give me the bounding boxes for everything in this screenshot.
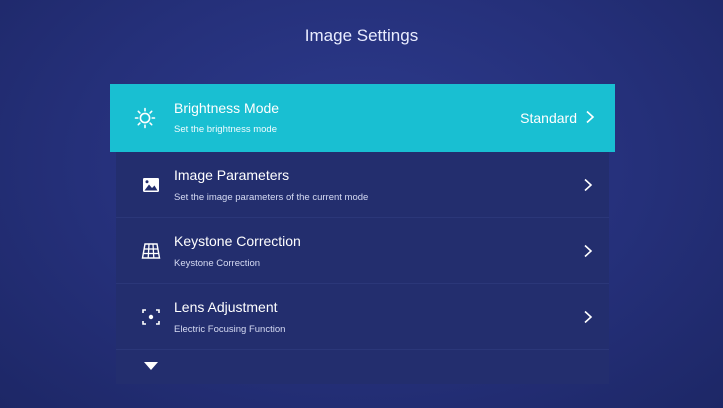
settings-menu: Brightness Mode Set the brightness mode … — [110, 84, 615, 384]
image-icon — [140, 174, 162, 196]
menu-item-brightness-mode[interactable]: Brightness Mode Set the brightness mode … — [110, 84, 615, 152]
menu-item-description: Electric Focusing Function — [174, 324, 286, 335]
focus-frame-icon — [140, 306, 162, 328]
chevron-right-icon — [583, 244, 593, 258]
menu-item-projection-mode[interactable] — [116, 350, 609, 384]
chevron-right-icon — [583, 310, 593, 324]
menu-item-title: Keystone Correction — [174, 233, 301, 249]
menu-item-description: Keystone Correction — [174, 258, 261, 269]
brightness-icon — [134, 107, 156, 129]
brightness-mode-value: Standard — [520, 110, 577, 126]
chevron-right-icon — [583, 178, 593, 192]
menu-item-lens-adjustment[interactable]: Lens Adjustment Electric Focusing Functi… — [116, 284, 609, 350]
menu-item-description: Set the brightness mode — [174, 124, 277, 135]
menu-item-image-parameters[interactable]: Image Parameters Set the image parameter… — [116, 152, 609, 218]
keystone-grid-icon — [140, 240, 162, 262]
chevron-right-icon — [585, 110, 595, 124]
menu-item-title: Image Parameters — [174, 167, 290, 183]
page-title: Image Settings — [304, 26, 419, 45]
projection-mode-icon — [140, 358, 162, 380]
menu-item-description: Set the image parameters of the current … — [174, 192, 369, 203]
menu-item-title: Lens Adjustment — [174, 299, 278, 315]
menu-item-keystone-correction[interactable]: Keystone Correction Keystone Correction — [116, 218, 609, 284]
image-settings-screen: Image Settings Brightness Mode Set the b… — [0, 0, 723, 408]
menu-item-title: Brightness Mode — [174, 100, 280, 116]
